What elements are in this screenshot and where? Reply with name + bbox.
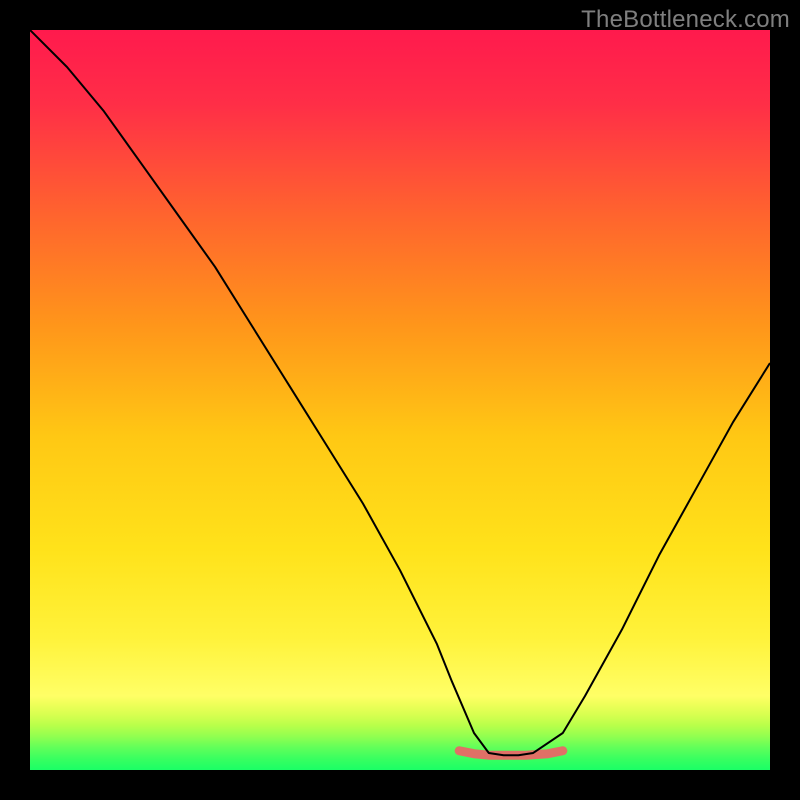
attribution-label: TheBottleneck.com <box>581 6 790 34</box>
chart-svg <box>30 30 770 770</box>
chart-frame: TheBottleneck.com <box>0 0 800 800</box>
gradient-background <box>30 30 770 770</box>
plot-area <box>30 30 770 770</box>
